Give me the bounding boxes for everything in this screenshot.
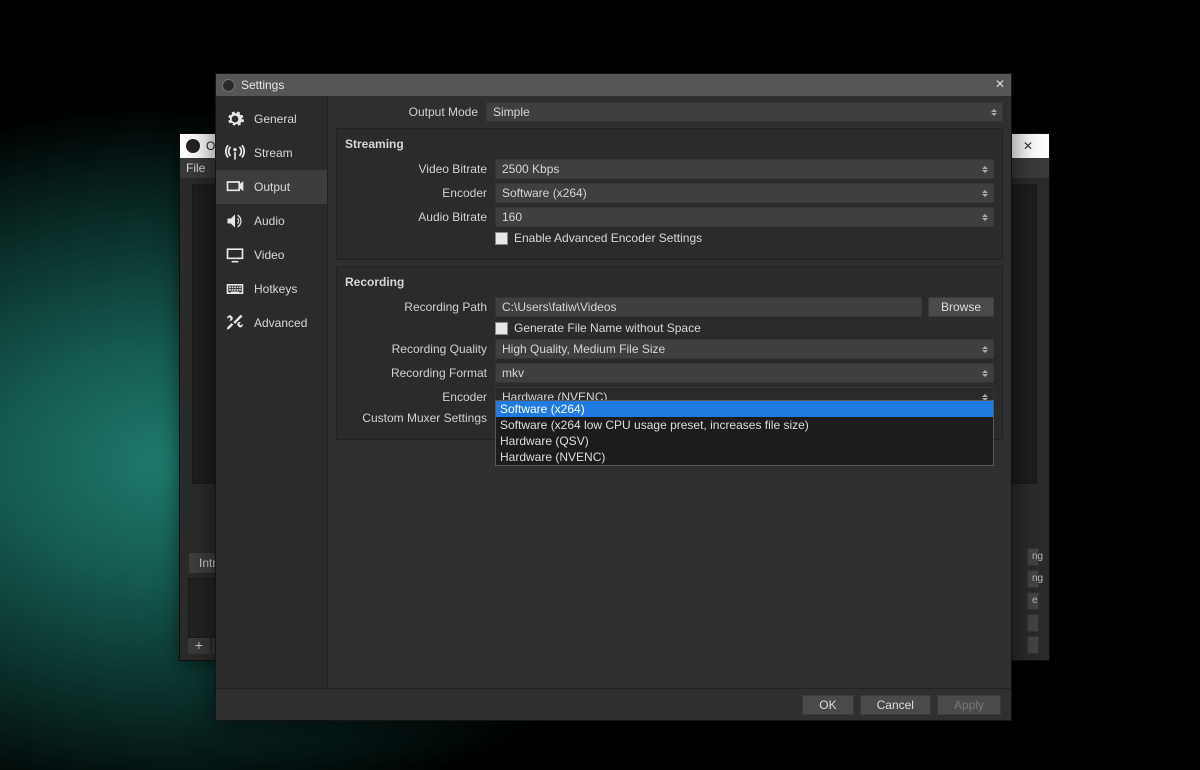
side-row[interactable] xyxy=(1027,636,1039,654)
streaming-group: Streaming Video Bitrate 2500 Kbps Encode… xyxy=(336,128,1003,260)
close-icon[interactable]: ✕ xyxy=(1007,134,1049,158)
recording-group: Recording Recording Path C:\Users\fatiw\… xyxy=(336,266,1003,440)
nav-advanced[interactable]: Advanced xyxy=(216,306,327,340)
nav-output[interactable]: Output xyxy=(216,170,327,204)
adv-encoder-label: Enable Advanced Encoder Settings xyxy=(514,231,702,245)
nav-label: Audio xyxy=(254,214,285,228)
recording-path-value: C:\Users\fatiw\Videos xyxy=(502,300,617,314)
nav-label: Advanced xyxy=(254,316,307,330)
side-row[interactable]: ng xyxy=(1027,570,1039,588)
recording-format-value: mkv xyxy=(502,366,524,380)
output-mode-label: Output Mode xyxy=(336,105,486,119)
streaming-title: Streaming xyxy=(345,137,994,151)
video-bitrate-label: Video Bitrate xyxy=(345,162,495,176)
nav-label: Video xyxy=(254,248,284,262)
recording-encoder-dropdown[interactable]: Software (x264) Software (x264 low CPU u… xyxy=(495,400,994,466)
settings-footer: OK Cancel Apply xyxy=(216,688,1011,720)
encoder-option[interactable]: Software (x264 low CPU usage preset, inc… xyxy=(496,417,993,433)
nav-label: Output xyxy=(254,180,290,194)
audio-bitrate-label: Audio Bitrate xyxy=(345,210,495,224)
tools-icon xyxy=(224,313,246,333)
encoder-option[interactable]: Hardware (QSV) xyxy=(496,433,993,449)
close-icon[interactable]: ✕ xyxy=(995,77,1005,91)
nav-stream[interactable]: Stream xyxy=(216,136,327,170)
speaker-icon xyxy=(224,211,246,231)
nav-hotkeys[interactable]: Hotkeys xyxy=(216,272,327,306)
side-row[interactable]: e xyxy=(1027,592,1039,610)
settings-title-text: Settings xyxy=(241,78,284,92)
encoder-option[interactable]: Hardware (NVENC) xyxy=(496,449,993,465)
obs-side-panel: ng ng e xyxy=(1027,548,1039,698)
browse-button[interactable]: Browse xyxy=(928,297,994,317)
nav-label: General xyxy=(254,112,297,126)
recording-path-input[interactable]: C:\Users\fatiw\Videos xyxy=(495,297,922,317)
streaming-encoder-value: Software (x264) xyxy=(502,186,587,200)
settings-titlebar[interactable]: Settings ✕ xyxy=(216,74,1011,96)
dropdown-arrows-icon xyxy=(979,185,991,201)
settings-nav: General Stream Output Audio xyxy=(216,96,328,688)
add-button[interactable]: + xyxy=(188,638,210,654)
gear-icon xyxy=(224,109,246,129)
recording-path-label: Recording Path xyxy=(345,300,495,314)
recording-quality-value: High Quality, Medium File Size xyxy=(502,342,665,356)
video-bitrate-value: 2500 Kbps xyxy=(502,162,559,176)
nav-label: Hotkeys xyxy=(254,282,297,296)
nav-audio[interactable]: Audio xyxy=(216,204,327,238)
adv-encoder-checkbox[interactable] xyxy=(495,232,508,245)
recording-format-label: Recording Format xyxy=(345,366,495,380)
recording-quality-label: Recording Quality xyxy=(345,342,495,356)
dropdown-arrows-icon xyxy=(979,365,991,381)
gen-filename-checkbox[interactable] xyxy=(495,322,508,335)
menu-file[interactable]: File xyxy=(186,161,205,175)
audio-bitrate-value: 160 xyxy=(502,210,522,224)
ok-button[interactable]: OK xyxy=(802,695,853,715)
video-bitrate-input[interactable]: 2500 Kbps xyxy=(495,159,994,179)
recording-format-select[interactable]: mkv xyxy=(495,363,994,383)
output-mode-select[interactable]: Simple xyxy=(486,102,1003,122)
side-row[interactable] xyxy=(1027,614,1039,632)
dropdown-arrows-icon xyxy=(979,209,991,225)
apply-button[interactable]: Apply xyxy=(937,695,1001,715)
obs-app-icon xyxy=(222,79,235,92)
output-icon xyxy=(224,177,246,197)
nav-label: Stream xyxy=(254,146,293,160)
side-row[interactable]: ng xyxy=(1027,548,1039,566)
antenna-icon xyxy=(224,143,246,163)
muxer-label: Custom Muxer Settings xyxy=(345,411,495,425)
output-mode-value: Simple xyxy=(493,105,530,119)
recording-quality-select[interactable]: High Quality, Medium File Size xyxy=(495,339,994,359)
nav-general[interactable]: General xyxy=(216,102,327,136)
cancel-button[interactable]: Cancel xyxy=(860,695,931,715)
monitor-icon xyxy=(224,245,246,265)
encoder-option[interactable]: Software (x264) xyxy=(496,401,993,417)
dropdown-arrows-icon xyxy=(979,341,991,357)
streaming-encoder-select[interactable]: Software (x264) xyxy=(495,183,994,203)
keyboard-icon xyxy=(224,279,246,299)
streaming-encoder-label: Encoder xyxy=(345,186,495,200)
recording-title: Recording xyxy=(345,275,994,289)
obs-app-icon xyxy=(186,139,200,153)
audio-bitrate-select[interactable]: 160 xyxy=(495,207,994,227)
spinner-arrows-icon[interactable] xyxy=(979,161,991,177)
recording-encoder-label: Encoder xyxy=(345,390,495,404)
dropdown-arrows-icon xyxy=(988,104,1000,120)
gen-filename-label: Generate File Name without Space xyxy=(514,321,701,335)
settings-content: Output Mode Simple Streaming Video Bitra… xyxy=(328,96,1011,688)
settings-dialog: Settings ✕ General Stream Output xyxy=(215,73,1012,721)
nav-video[interactable]: Video xyxy=(216,238,327,272)
